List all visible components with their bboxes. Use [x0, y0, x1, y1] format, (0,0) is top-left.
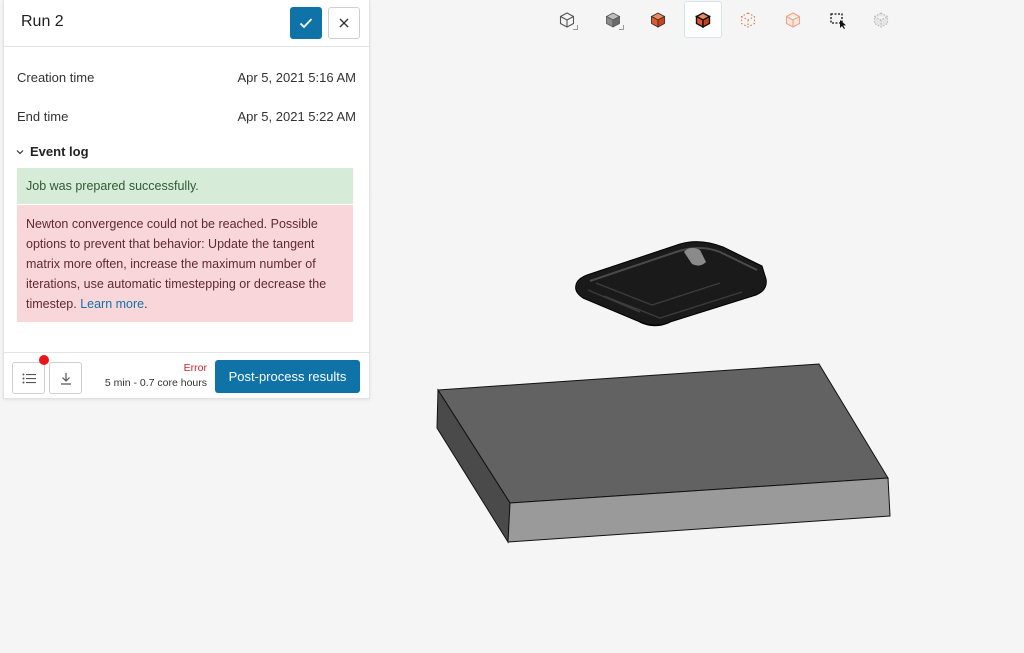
upper-part-model [575, 241, 767, 327]
box-select-icon [830, 12, 846, 29]
view-mesh-button[interactable] [862, 1, 900, 38]
post-process-results-button[interactable]: Post-process results [215, 360, 360, 393]
transparent-cube-icon [785, 11, 801, 28]
log-list-button[interactable] [12, 362, 45, 394]
learn-more-link[interactable]: Learn more [80, 297, 144, 311]
status-error: Error [183, 362, 207, 374]
view-points-button[interactable] [729, 1, 767, 38]
error-message: Newton convergence could not be reached.… [17, 205, 353, 322]
error-message-trailing: . [144, 297, 148, 311]
view-transparent-button[interactable] [774, 1, 812, 38]
submenu-indicator [573, 25, 578, 30]
end-time-value: Apr 5, 2021 5:22 AM [237, 109, 356, 124]
download-button[interactable] [49, 362, 82, 394]
list-icon [22, 373, 36, 383]
error-message-text: Newton convergence could not be reached.… [26, 217, 327, 311]
submenu-indicator [619, 25, 624, 30]
view-toolbar [0, 0, 1024, 40]
grey-dotted-cube-icon [873, 11, 889, 28]
model-scene [436, 241, 891, 544]
run-meta: 5 min - 0.7 core hours [104, 377, 207, 389]
view-shaded-orange-button[interactable] [639, 1, 677, 38]
creation-time-value: Apr 5, 2021 5:16 AM [237, 70, 356, 85]
creation-time-row: Creation time Apr 5, 2021 5:16 AM [17, 70, 356, 85]
creation-time-label: Creation time [17, 70, 95, 85]
download-icon [60, 372, 71, 385]
orange-solid-cube-icon [650, 11, 666, 28]
event-log-title: Event log [30, 144, 89, 159]
view-wireframe-button[interactable] [548, 1, 586, 38]
event-log-toggle[interactable]: Event log [16, 144, 89, 159]
view-solid-button[interactable] [594, 1, 632, 38]
view-edges-button[interactable] [684, 1, 722, 38]
success-message: Job was prepared successfully. [17, 168, 353, 204]
cube-edges-icon [695, 11, 711, 28]
dotted-cube-icon [740, 11, 756, 28]
end-time-label: End time [17, 109, 69, 124]
chevron-down-icon [16, 149, 24, 154]
end-time-row: End time Apr 5, 2021 5:22 AM [17, 109, 356, 124]
lower-plate-model [436, 363, 891, 544]
notification-dot [39, 355, 49, 365]
panel-footer: Error 5 min - 0.7 core hours Post-proces… [4, 352, 369, 399]
box-select-button[interactable] [819, 1, 857, 38]
run-details-panel: Run 2 Creation time Apr 5, 2021 5:16 AM … [3, 0, 370, 399]
